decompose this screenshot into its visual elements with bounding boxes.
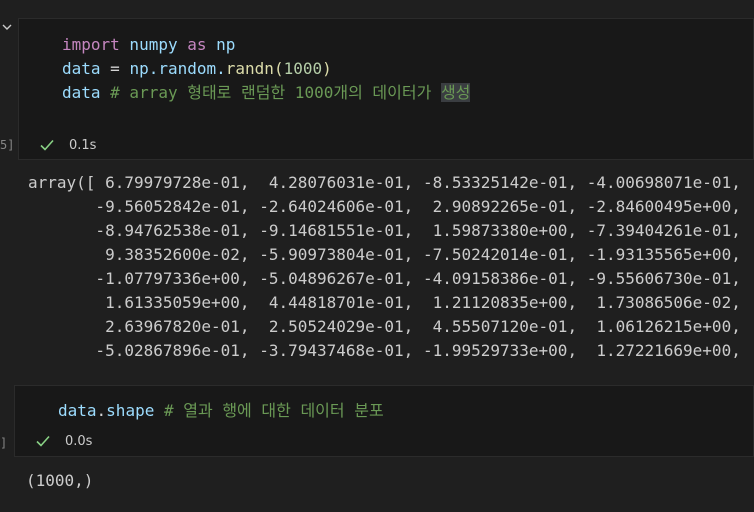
output-line: 9.38352600e-02, -5.90973804e-01, -7.5024… [28, 245, 741, 264]
output-line: 1.61335059e+00, 4.44818701e-01, 1.211208… [28, 293, 741, 312]
code-cell-1[interactable]: import numpy as np data = np.random.rand… [18, 18, 754, 160]
collapse-chevron-icon[interactable] [2, 22, 12, 32]
execution-time: 0.0s [65, 433, 93, 449]
output-line: -5.02867896e-01, -3.79437468e-01, -1.995… [28, 341, 741, 360]
execution-count: ] [0, 436, 8, 450]
execution-time: 0.1s [69, 137, 97, 153]
code-line-3: data # array 형태로 랜덤한 1000개의 데이터가 생성 [62, 83, 471, 102]
execution-count: 5] [0, 138, 15, 152]
check-icon [40, 139, 54, 151]
text-selection-highlight: 생성 [440, 83, 471, 102]
cell-output-2: (1000,) [26, 471, 94, 490]
execution-status: 0.0s [35, 433, 92, 449]
output-line: 2.63967820e-01, 2.50524029e-01, 4.555071… [28, 317, 741, 336]
code-cell-2[interactable]: data.shape # 열과 행에 대한 데이터 분포 0.0s [14, 385, 754, 457]
output-line: -1.07797336e+00, -5.04896267e-01, -4.091… [28, 269, 741, 288]
code-line-1: data.shape # 열과 행에 대한 데이터 분포 [58, 401, 384, 420]
check-icon [36, 435, 50, 447]
execution-status: 0.1s [39, 137, 96, 153]
output-line: -9.56052842e-01, -2.64024606e-01, 2.9089… [28, 197, 741, 216]
code-line-1: import numpy as np [62, 35, 236, 54]
code-line-2: data = np.random.randn(1000) [62, 59, 332, 78]
output-line: -8.94762538e-01, -9.14681551e-01, 1.5987… [28, 221, 741, 240]
output-line: array([ 6.79979728e-01, 4.28076031e-01, … [28, 173, 741, 192]
